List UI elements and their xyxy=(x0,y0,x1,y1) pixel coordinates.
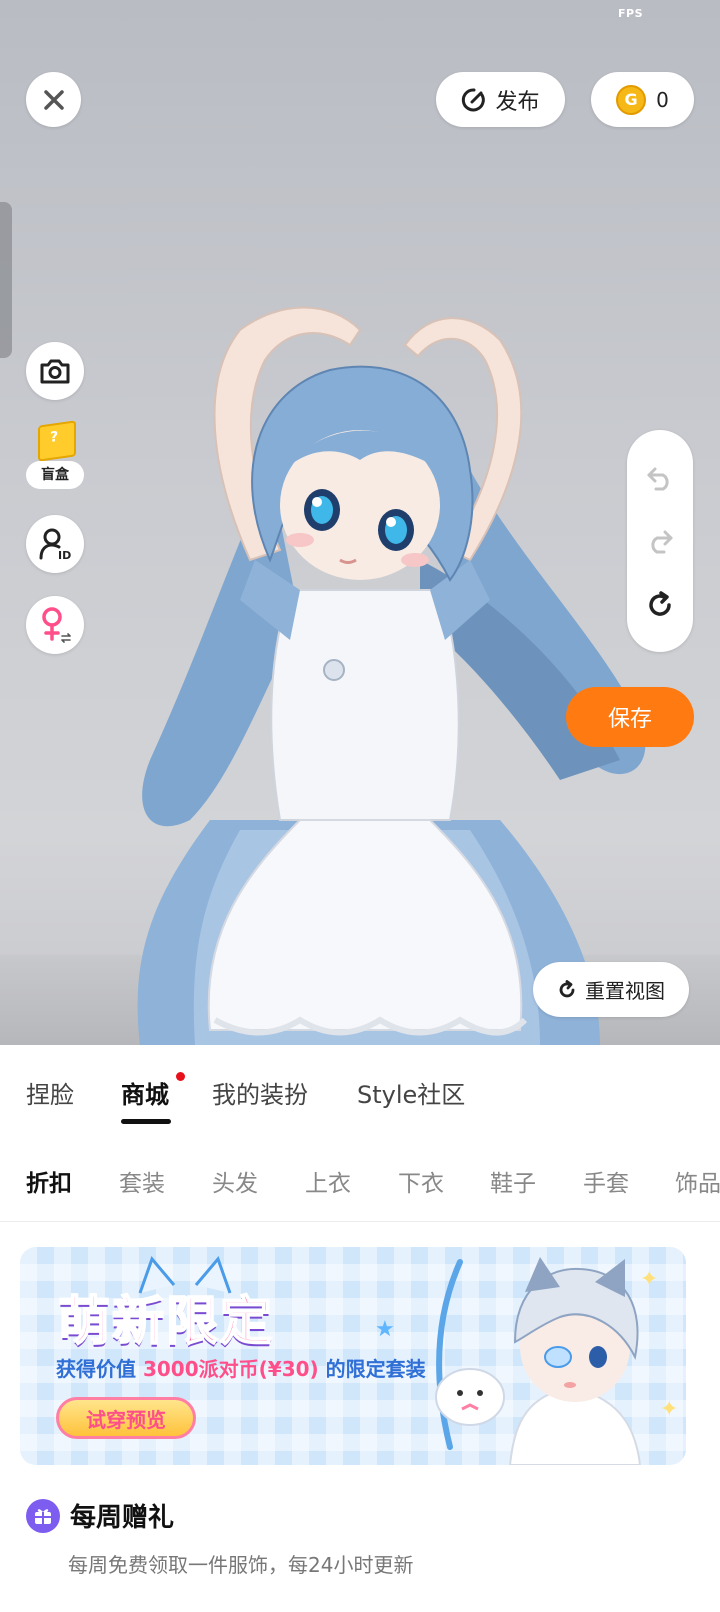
newbie-limited-banner[interactable]: ★ ✦ ✦ 萌新限定 获得价值 3000派对币(¥30) 的限定套装 试穿预览 xyxy=(20,1247,686,1465)
side-drawer-handle[interactable] xyxy=(0,202,12,358)
avatar-id-button[interactable]: ID xyxy=(26,515,84,573)
banner-title: 萌新限定 xyxy=(57,1291,275,1353)
undo-button[interactable] xyxy=(645,463,675,493)
category-accessories[interactable]: 饰品 xyxy=(675,1164,720,1198)
try-on-preview-button[interactable]: 试穿预览 xyxy=(56,1397,196,1439)
reset-changes-button[interactable] xyxy=(645,590,675,620)
category-sets[interactable]: 套装 xyxy=(119,1164,165,1198)
publish-button[interactable]: 发布 xyxy=(436,72,565,127)
category-tops[interactable]: 上衣 xyxy=(305,1164,351,1198)
redo-button[interactable] xyxy=(645,526,675,556)
save-button[interactable]: 保存 xyxy=(566,687,694,747)
weekly-gift-header: 每周赠礼 xyxy=(26,1497,174,1534)
coin-count: 0 xyxy=(656,87,669,112)
weekly-gift-title: 每周赠礼 xyxy=(70,1503,175,1533)
party-coin-icon: G xyxy=(616,84,647,115)
avatar-character xyxy=(137,306,646,1045)
redo-icon xyxy=(651,530,673,554)
tab-style-community[interactable]: Style社区 xyxy=(357,1075,465,1110)
camera-icon xyxy=(40,359,70,384)
category-discount[interactable]: 折扣 xyxy=(26,1164,72,1198)
close-icon xyxy=(43,89,64,110)
weekly-gift-description: 每周免费领取一件服饰，每24小时更新 xyxy=(68,1553,414,1577)
tab-face[interactable]: 捏脸 xyxy=(26,1075,74,1110)
undo-icon xyxy=(647,467,669,491)
history-panel xyxy=(627,430,693,652)
category-gloves[interactable]: 手套 xyxy=(583,1164,629,1198)
main-tab-bar: 捏脸 商城 我的装扮 Style社区 xyxy=(0,1045,720,1142)
female-switch-icon xyxy=(42,607,71,643)
category-hair[interactable]: 头发 xyxy=(212,1164,258,1198)
gender-switch-button[interactable] xyxy=(26,596,84,654)
banner-subtitle: 获得价值 3000派对币(¥30) 的限定套装 xyxy=(56,1357,426,1381)
reset-view-button[interactable]: 重置视图 xyxy=(533,962,689,1017)
banner-character-art xyxy=(435,1257,642,1465)
shop-notification-dot xyxy=(176,1072,185,1081)
reset-view-icon xyxy=(559,979,575,997)
avatar-viewport[interactable]: FPS 发布 G 0 ? 盲盒 ID 保存 重置视图 xyxy=(0,0,720,1045)
save-label: 保存 xyxy=(607,707,652,732)
category-bar: 折扣 套装 头发 上衣 下衣 鞋子 手套 饰品 xyxy=(0,1141,720,1222)
category-shoes[interactable]: 鞋子 xyxy=(490,1164,536,1198)
blind-box-label: 盲盒 xyxy=(26,461,84,489)
blind-box-icon: ? xyxy=(38,420,76,462)
refresh-icon xyxy=(649,591,671,616)
camera-button[interactable] xyxy=(26,342,84,400)
coin-balance-button[interactable]: G 0 xyxy=(591,72,694,127)
fps-label: FPS xyxy=(618,7,643,20)
publish-icon xyxy=(462,87,486,111)
active-tab-indicator xyxy=(121,1119,171,1124)
svg-text:ID: ID xyxy=(58,549,71,561)
tab-shop[interactable]: 商城 xyxy=(121,1075,169,1110)
star-decoration: ★ xyxy=(375,1317,395,1342)
tab-my-outfits[interactable]: 我的装扮 xyxy=(212,1075,308,1110)
publish-label: 发布 xyxy=(495,89,540,115)
blind-box-button[interactable]: ? 盲盒 xyxy=(26,420,84,493)
close-button[interactable] xyxy=(26,72,81,127)
category-bottoms[interactable]: 下衣 xyxy=(398,1164,444,1198)
user-id-icon: ID xyxy=(39,528,71,561)
reset-view-label: 重置视图 xyxy=(585,979,665,1003)
gift-icon xyxy=(26,1498,60,1533)
